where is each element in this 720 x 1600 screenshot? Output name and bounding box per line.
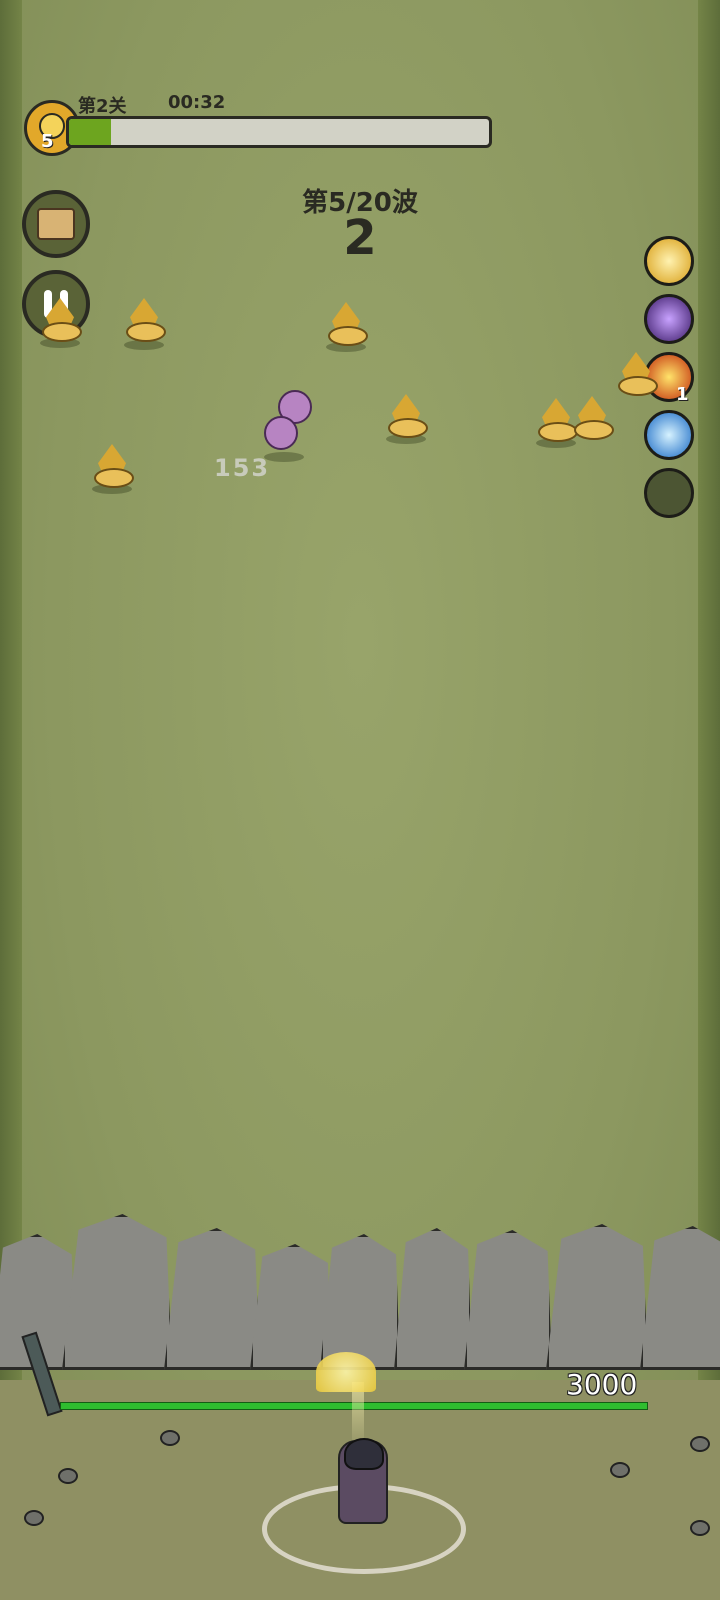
yellow-enemy <box>124 298 166 342</box>
fire-skill-level-badge: 1 <box>676 384 689 405</box>
dark-orb-skill-icon[interactable] <box>644 294 694 344</box>
right-forest-edge <box>698 0 720 1400</box>
wall-hp-value: 3000 <box>566 1368 638 1401</box>
pink-bird-enemy <box>252 410 310 454</box>
yellow-enemy <box>386 394 428 438</box>
stage-progress-fill <box>69 119 111 145</box>
yellow-enemy <box>92 444 134 488</box>
yellow-enemy <box>326 302 368 346</box>
wall-rock <box>164 1228 260 1370</box>
yellow-enemy <box>572 396 614 440</box>
wall-rock <box>640 1226 720 1370</box>
wave-count: 2 <box>343 210 377 266</box>
yellow-enemy <box>616 352 658 396</box>
water-skill-icon[interactable] <box>644 410 694 460</box>
wall-rock <box>250 1244 332 1370</box>
left-forest-edge <box>0 0 22 1400</box>
yellow-enemy <box>536 398 578 442</box>
wall-rock <box>546 1224 648 1370</box>
scroll-map-icon <box>37 208 75 240</box>
map-button[interactable] <box>22 190 90 258</box>
phoenix-projectile-icon <box>316 1352 376 1392</box>
wing-skill-icon[interactable] <box>644 236 694 286</box>
stage-label: 第2关 <box>78 96 127 117</box>
wall-rock <box>394 1228 472 1370</box>
stage-timer: 00:32 <box>168 92 226 113</box>
wall-rock <box>464 1230 552 1370</box>
hero-head <box>344 1438 384 1470</box>
stage-progress-bar <box>66 116 492 148</box>
damage-number: 153 <box>214 454 271 482</box>
yellow-enemy <box>40 298 82 342</box>
empty-skill-slot <box>644 468 694 518</box>
player-level-number: 5 <box>41 131 54 152</box>
wall-rock <box>320 1234 400 1370</box>
wall-rock <box>62 1214 172 1370</box>
